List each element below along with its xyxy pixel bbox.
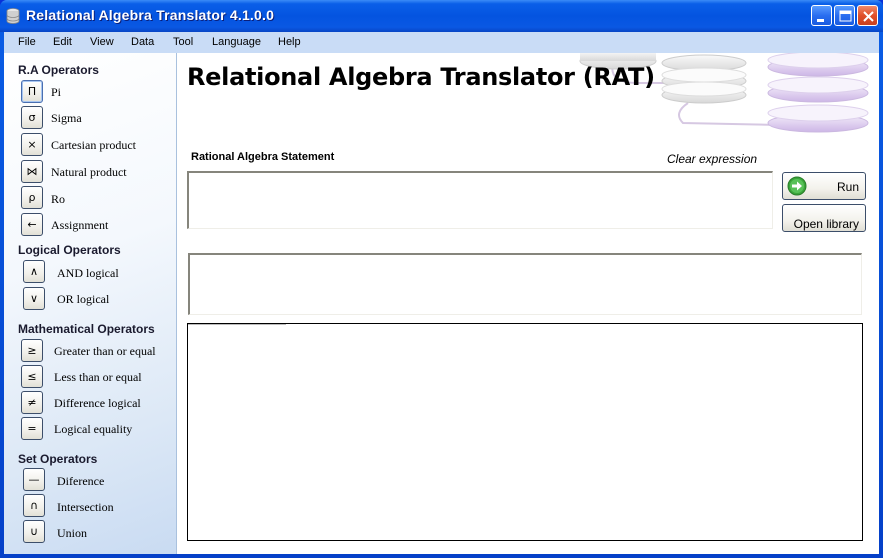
menu-tool[interactable]: Tool [173, 36, 193, 48]
menu-help[interactable]: Help [278, 36, 301, 48]
minimize-button[interactable] [811, 5, 832, 26]
run-label: Run [836, 180, 859, 194]
equals-label: Logical equality [54, 422, 133, 436]
menu-language[interactable]: Language [212, 36, 261, 48]
minus-icon: — [28, 473, 40, 486]
equals-icon: = [27, 422, 37, 435]
operators-sidebar: R.A Operators Π Pi σ Sigma × Cartesian p… [4, 53, 177, 554]
rho-button[interactable]: ρ [21, 186, 43, 209]
union-button[interactable]: ∪ [23, 520, 45, 543]
lte-icon: ≤ [27, 370, 37, 383]
statement-input[interactable] [187, 171, 773, 229]
result-panel[interactable] [187, 323, 863, 541]
menu-data[interactable]: Data [131, 36, 154, 48]
section-title-mathematical-operators: Mathematical Operators [18, 322, 155, 336]
lte-button[interactable]: ≤ [21, 365, 43, 388]
title-bar[interactable]: Relational Algebra Translator 4.1.0.0 [0, 0, 883, 32]
rho-icon: ρ [28, 191, 36, 204]
maximize-icon [839, 10, 852, 22]
cartesian-product-button[interactable]: × [21, 133, 43, 156]
section-title-ra-operators: R.A Operators [18, 63, 99, 77]
and-icon: ∧ [29, 265, 39, 278]
run-button[interactable]: Run [782, 172, 866, 200]
or-button[interactable]: ∨ [23, 287, 45, 310]
client-area: R.A Operators Π Pi σ Sigma × Cartesian p… [4, 53, 879, 554]
menu-file[interactable]: File [18, 36, 36, 48]
sigma-button[interactable]: σ [21, 106, 43, 129]
menu-bar: File Edit View Data Tool Language Help [4, 32, 879, 53]
union-label: Union [57, 526, 87, 540]
menu-view[interactable]: View [90, 36, 114, 48]
statement-label: Rational Algebra Statement [191, 151, 335, 163]
gte-label: Greater than or equal [54, 344, 156, 358]
assignment-button[interactable]: ← [21, 213, 43, 236]
window-title: Relational Algebra Translator 4.1.0.0 [26, 7, 275, 23]
open-library-button[interactable]: Open library [782, 204, 866, 232]
cartesian-product-label: Cartesian product [51, 138, 136, 152]
sigma-label: Sigma [51, 111, 82, 125]
minimize-icon [817, 19, 824, 22]
intersection-label: Intersection [57, 500, 114, 514]
menu-edit[interactable]: Edit [53, 36, 72, 48]
database-app-icon [6, 8, 20, 24]
natural-product-button[interactable]: ⋈ [21, 160, 43, 183]
pi-button[interactable]: Π [21, 80, 43, 103]
neq-icon: ≠ [27, 396, 37, 409]
lte-label: Less than or equal [54, 370, 142, 384]
app-window: Relational Algebra Translator 4.1.0.0 Fi… [0, 0, 883, 558]
result-tab-strip [188, 324, 286, 325]
and-label: AND logical [57, 266, 119, 280]
neq-label: Difference logical [54, 396, 141, 410]
clear-expression-link[interactable]: Clear expression [667, 152, 757, 166]
bowtie-icon: ⋈ [26, 165, 38, 178]
natural-product-label: Natural product [51, 165, 127, 179]
maximize-button[interactable] [834, 5, 855, 26]
section-title-logical-operators: Logical Operators [18, 243, 121, 257]
left-arrow-icon: ← [27, 218, 37, 231]
or-label: OR logical [57, 292, 110, 306]
app-heading: Relational Algebra Translator (RAT) [187, 63, 655, 91]
difference-label: Diference [57, 474, 105, 488]
rho-label: Ro [51, 192, 66, 206]
difference-button[interactable]: — [23, 468, 45, 491]
close-button[interactable] [857, 5, 878, 26]
intersection-icon: ∩ [29, 499, 39, 512]
run-arrow-icon [787, 176, 807, 196]
assignment-label: Assignment [51, 218, 109, 232]
equals-button[interactable]: = [21, 417, 43, 440]
intersection-button[interactable]: ∩ [23, 494, 45, 517]
pi-icon: Π [27, 85, 37, 98]
gte-button[interactable]: ≥ [21, 339, 43, 362]
or-icon: ∨ [29, 292, 39, 305]
pi-label: Pi [51, 85, 62, 99]
section-title-set-operators: Set Operators [18, 452, 98, 466]
sigma-icon: σ [28, 111, 36, 124]
union-icon: ∪ [29, 525, 39, 538]
translation-output[interactable] [188, 253, 862, 315]
neq-button[interactable]: ≠ [21, 391, 43, 414]
open-library-label: Open library [793, 217, 859, 231]
times-icon: × [27, 138, 37, 151]
and-button[interactable]: ∧ [23, 260, 45, 283]
main-panel: Relational Algebra Translator (RAT) Rati… [178, 53, 879, 554]
close-icon [863, 11, 874, 22]
gte-icon: ≥ [27, 344, 37, 357]
